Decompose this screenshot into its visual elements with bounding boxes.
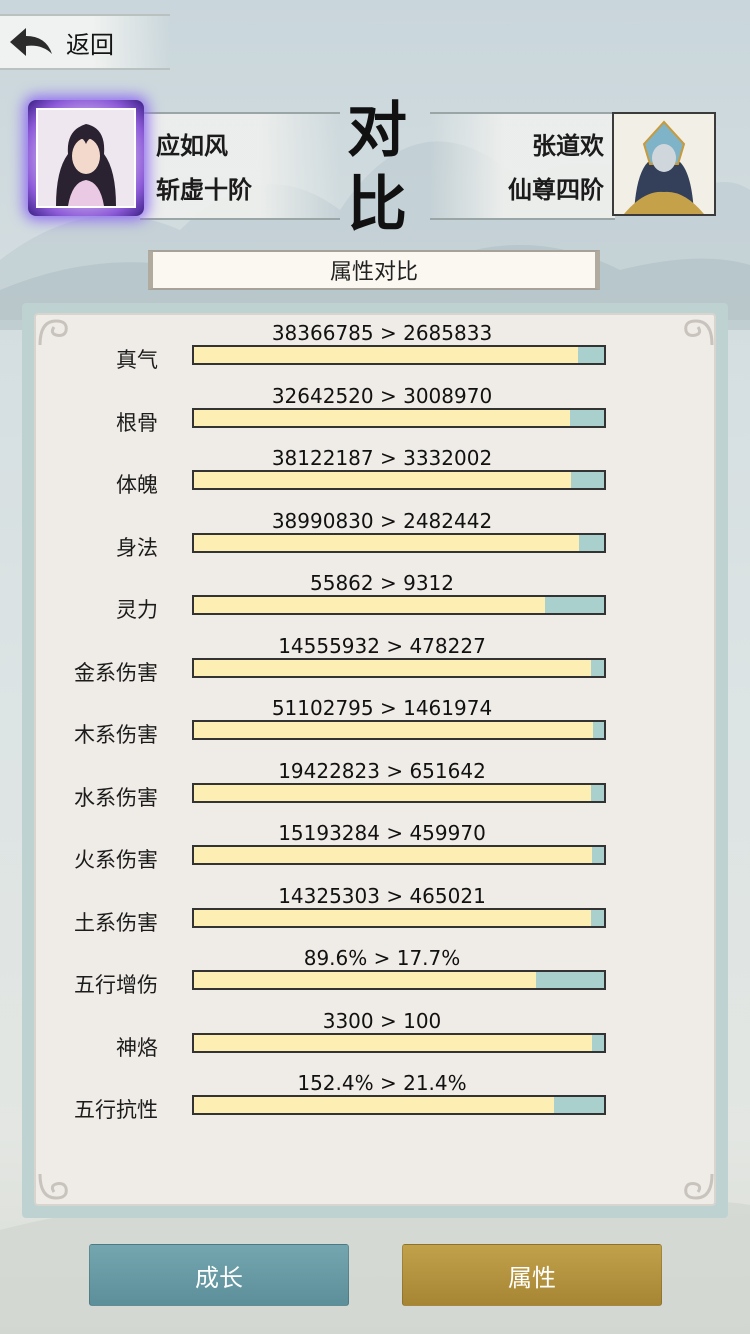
- stat-bar: [192, 533, 606, 553]
- back-button[interactable]: 返回: [6, 24, 146, 60]
- back-arrow-icon: [10, 28, 52, 56]
- stat-value: 32642520 > 3008970: [271, 384, 493, 408]
- stat-value: 14325303 > 465021: [278, 884, 486, 908]
- stat-row: 体魄 38122187 > 3332002: [34, 446, 716, 508]
- right-player-avatar[interactable]: [612, 112, 716, 216]
- stat-row: 灵力 55862 > 9312: [34, 571, 716, 633]
- male-cultivator-portrait: [614, 114, 714, 214]
- stat-row: 五行抗性 152.4% > 21.4%: [34, 1071, 716, 1133]
- attributes-button[interactable]: 属性: [402, 1244, 662, 1306]
- female-cultivator-portrait: [38, 110, 134, 206]
- stat-label: 土系伤害: [74, 911, 158, 935]
- stat-bar-fill: [194, 597, 546, 613]
- stat-row: 身法 38990830 > 2482442: [34, 509, 716, 571]
- section-tab-attribute-compare: 属性对比: [148, 250, 600, 290]
- back-label: 返回: [66, 30, 114, 59]
- stat-label: 体魄: [116, 473, 158, 497]
- stat-row: 土系伤害 14325303 > 465021: [34, 884, 716, 946]
- stat-bar-fill: [194, 1035, 592, 1051]
- stat-bar: [192, 1095, 606, 1115]
- stat-label: 金系伤害: [74, 661, 158, 685]
- left-player-realm: 斩虚十阶: [156, 176, 252, 204]
- stat-bar-fill: [194, 410, 570, 426]
- stat-bar-fill: [194, 910, 591, 926]
- stat-bar: [192, 845, 606, 865]
- stat-label: 身法: [116, 536, 158, 560]
- stat-label: 灵力: [116, 598, 158, 622]
- stat-bar-fill: [194, 847, 592, 863]
- stat-value: 19422823 > 651642: [278, 759, 486, 783]
- right-player-name: 张道欢: [532, 132, 604, 160]
- stat-label: 水系伤害: [74, 786, 158, 810]
- right-player-realm: 仙尊四阶: [508, 176, 604, 204]
- stat-bar: [192, 470, 606, 490]
- stat-value: 15193284 > 459970: [278, 821, 486, 845]
- stat-row: 真气 38366785 > 2685833: [34, 321, 716, 383]
- stat-bar: [192, 408, 606, 428]
- stat-label: 神烙: [116, 1036, 158, 1060]
- stat-bar: [192, 658, 606, 678]
- stat-bar-fill: [194, 472, 572, 488]
- section-title: 属性对比: [329, 260, 418, 285]
- stat-row: 木系伤害 51102795 > 1461974: [34, 696, 716, 758]
- stat-bar-fill: [194, 972, 537, 988]
- stat-row: 金系伤害 14555932 > 478227: [34, 634, 716, 696]
- stat-row: 根骨 32642520 > 3008970: [34, 384, 716, 446]
- left-player-avatar[interactable]: [28, 100, 144, 216]
- growth-button-label: 成长: [195, 1263, 243, 1292]
- stat-bar: [192, 1033, 606, 1053]
- stat-bar: [192, 783, 606, 803]
- stat-value: 38990830 > 2482442: [271, 509, 493, 533]
- attributes-button-label: 属性: [508, 1263, 556, 1292]
- stat-label: 真气: [116, 348, 158, 372]
- stat-bar: [192, 595, 606, 615]
- title-char-2: 比: [347, 170, 407, 240]
- stat-bar-fill: [194, 535, 580, 551]
- stat-bar: [192, 345, 606, 365]
- stat-label: 火系伤害: [74, 848, 158, 872]
- stat-bar: [192, 720, 606, 740]
- stat-label: 五行抗性: [74, 1098, 158, 1122]
- left-player-name: 应如风: [156, 132, 228, 160]
- stat-label: 木系伤害: [74, 723, 158, 747]
- stat-value: 89.6% > 17.7%: [303, 946, 461, 970]
- stat-bar-fill: [194, 660, 591, 676]
- stat-value: 38122187 > 3332002: [271, 446, 493, 470]
- stat-label: 根骨: [116, 411, 158, 435]
- cloud-corner-icon: [684, 1173, 714, 1200]
- stat-row: 五行增伤 89.6% > 17.7%: [34, 946, 716, 1008]
- stat-value: 38366785 > 2685833: [271, 321, 493, 345]
- stat-bar-fill: [194, 1097, 554, 1113]
- stat-bar: [192, 970, 606, 990]
- stat-value: 3300 > 100: [322, 1009, 442, 1033]
- stat-row: 神烙 3300 > 100: [34, 1009, 716, 1071]
- growth-button[interactable]: 成长: [89, 1244, 349, 1306]
- stat-bar-fill: [194, 785, 591, 801]
- stat-row: 水系伤害 19422823 > 651642: [34, 759, 716, 821]
- stat-value: 51102795 > 1461974: [271, 696, 493, 720]
- stat-row: 火系伤害 15193284 > 459970: [34, 821, 716, 883]
- stat-value: 55862 > 9312: [310, 571, 454, 595]
- stat-bar-fill: [194, 722, 593, 738]
- stat-label: 五行增伤: [74, 973, 158, 997]
- stat-bar: [192, 908, 606, 928]
- cloud-corner-icon: [38, 1173, 68, 1200]
- stat-bar-fill: [194, 347, 579, 363]
- stat-value: 152.4% > 21.4%: [297, 1071, 467, 1095]
- stat-value: 14555932 > 478227: [278, 634, 486, 658]
